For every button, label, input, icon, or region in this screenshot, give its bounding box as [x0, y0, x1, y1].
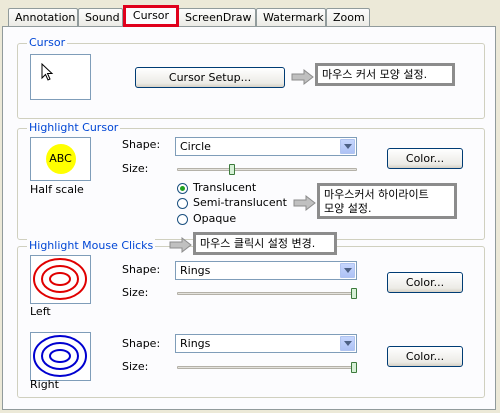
- left-size-slider[interactable]: [177, 292, 357, 295]
- tab-panel: Cursor Cursor Setup... 마우스 커서 모양 설정. Hig…: [2, 26, 496, 410]
- cursor-note: 마우스 커서 모양 설정.: [315, 63, 455, 86]
- radio-semi-translucent[interactable]: [177, 198, 188, 209]
- left-click-caption: Left: [30, 305, 51, 318]
- radio-opaque[interactable]: [177, 214, 188, 225]
- highlight-size-label: Size:: [122, 162, 149, 175]
- highlight-clicks-title: Highlight Mouse Clicks: [27, 239, 156, 252]
- right-color-button[interactable]: Color...: [387, 346, 463, 367]
- cursor-preview: [30, 54, 91, 100]
- right-size-slider[interactable]: [177, 366, 357, 369]
- clicks-note: 마우스 클릭시 설정 변경.: [193, 232, 337, 255]
- cursor-setup-button[interactable]: Cursor Setup...: [135, 67, 285, 88]
- highlight-shape-value: Circle: [180, 140, 211, 153]
- tab-zoom[interactable]: Zoom: [326, 8, 370, 26]
- chevron-down-icon[interactable]: [340, 139, 355, 154]
- right-shape-select[interactable]: Rings: [175, 334, 357, 353]
- tab-screendraw[interactable]: ScreenDraw: [178, 8, 256, 26]
- left-size-label: Size:: [122, 286, 149, 299]
- highlight-shape-label: Shape:: [122, 138, 161, 151]
- highlight-size-slider-thumb[interactable]: [229, 164, 235, 175]
- chevron-down-icon[interactable]: [340, 263, 355, 278]
- highlight-shape-select[interactable]: Circle: [175, 137, 357, 156]
- highlight-cursor-title: Highlight Cursor: [27, 121, 121, 134]
- tab-watermark[interactable]: Watermark: [256, 8, 326, 26]
- highlight-preview-caption: Half scale: [30, 183, 84, 196]
- left-color-button[interactable]: Color...: [387, 272, 463, 293]
- radio-translucent-label: Translucent: [193, 181, 257, 194]
- highlight-color-button[interactable]: Color...: [387, 148, 463, 169]
- right-shape-label: Shape:: [122, 337, 161, 350]
- right-size-slider-thumb[interactable]: [351, 362, 357, 373]
- left-shape-select[interactable]: Rings: [175, 261, 357, 280]
- right-shape-value: Rings: [180, 337, 211, 350]
- radio-opaque-label: Opaque: [193, 212, 237, 225]
- highlight-size-slider[interactable]: [177, 168, 357, 171]
- chevron-down-icon[interactable]: [340, 336, 355, 351]
- highlight-note-line2: 모양 설정.: [324, 202, 372, 215]
- right-rings-icon: [33, 335, 87, 377]
- note-arrow-icon: [169, 237, 192, 253]
- highlight-preview-text: ABC: [49, 152, 72, 165]
- left-shape-label: Shape:: [122, 263, 161, 276]
- active-tab-highlight: [123, 5, 179, 27]
- tab-sound[interactable]: Sound: [78, 8, 123, 26]
- right-click-caption: Right: [30, 378, 59, 391]
- radio-semi-translucent-label: Semi-translucent: [193, 196, 287, 209]
- right-size-label: Size:: [122, 360, 149, 373]
- left-rings-icon: [33, 258, 87, 300]
- left-size-slider-thumb[interactable]: [351, 288, 357, 299]
- note-arrow-icon: [291, 69, 314, 85]
- cursor-group-title: Cursor: [27, 36, 68, 49]
- highlight-note: 마우스커서 하이라이트 모양 설정.: [317, 183, 457, 219]
- left-shape-value: Rings: [180, 264, 211, 277]
- radio-translucent[interactable]: [177, 183, 188, 194]
- right-click-preview: [30, 332, 91, 381]
- note-arrow-icon: [293, 195, 316, 211]
- left-click-preview: [30, 255, 91, 304]
- highlight-preview: ABC: [30, 137, 91, 181]
- highlight-note-line1: 마우스커서 하이라이트: [324, 188, 429, 201]
- arrow-cursor-icon: [41, 63, 54, 81]
- tab-annotation[interactable]: Annotation: [8, 8, 78, 26]
